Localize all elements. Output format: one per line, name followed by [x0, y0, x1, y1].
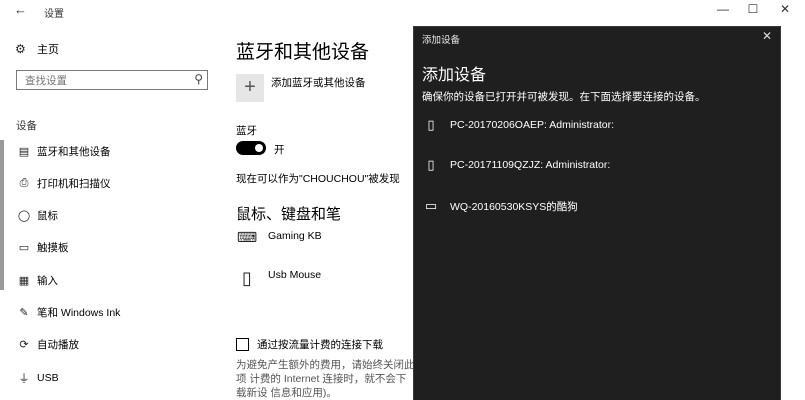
- pen-icon: ✎: [19, 307, 29, 319]
- sidebar-item-usb[interactable]: ⏚ USB: [16, 370, 59, 386]
- bluetooth-label: 蓝牙: [236, 125, 257, 137]
- sidebar-item-bluetooth[interactable]: ▤ 蓝牙和其他设备: [16, 144, 111, 159]
- discoverable-text: 现在可以作为"CHOUCHOU"被发现: [236, 173, 400, 185]
- sidebar-item-label: 输入: [37, 275, 58, 287]
- gear-icon: ⚙: [15, 42, 26, 56]
- device-name: Usb Mouse: [268, 269, 322, 281]
- sidebar-item-label: 笔和 Windows Ink: [37, 307, 121, 319]
- metered-note: 为避免产生额外的费用，请始终关闭此项 计费的 Internet 连接时，就不会下…: [236, 359, 415, 399]
- dialog-device-item[interactable]: ▭ WQ-20160530KSYS的酷狗: [422, 198, 578, 214]
- device-item-mouse[interactable]: ▯ Usb Mouse: [236, 268, 321, 289]
- sidebar-item-touchpad[interactable]: ▭ 触摸板: [16, 240, 69, 255]
- section-heading: 设备: [16, 120, 37, 132]
- section-title: 鼠标、键盘和笔: [236, 206, 342, 223]
- sidebar-item-label: USB: [37, 372, 59, 384]
- sidebar-item-label: 蓝牙和其他设备: [37, 146, 111, 158]
- back-arrow-icon[interactable]: ←: [14, 2, 27, 17]
- dialog-device-name: WQ-20160530KSYS的酷狗: [450, 200, 578, 213]
- dialog-device-name: PC-20171109QZJZ: Administrator:: [450, 159, 611, 171]
- add-device-dialog: 添加设备 ✕ 添加设备 确保你的设备已打开并可被发现。在下面选择要连接的设备。 …: [414, 27, 780, 400]
- toggle-state-label: 开: [274, 144, 285, 156]
- window-title: 设置: [44, 9, 64, 20]
- sidebar-item-label: 自动播放: [37, 339, 79, 351]
- search-box[interactable]: ⚲: [16, 70, 208, 90]
- metered-label: 通过按流量计费的连接下载: [257, 339, 383, 351]
- device-name: Gaming KB: [268, 230, 322, 242]
- device-item-keyboard[interactable]: ⌨ Gaming KB: [236, 229, 322, 246]
- usb-icon: ⏚: [18, 373, 30, 385]
- toggle-knob: [255, 144, 263, 152]
- sidebar-item-mouse[interactable]: ◯ 鼠标: [16, 208, 58, 223]
- dialog-title: 添加设备: [422, 35, 461, 46]
- dialog-heading: 添加设备: [422, 67, 487, 84]
- touchpad-icon: ▭: [18, 242, 30, 254]
- minimize-button[interactable]: —: [713, 2, 733, 16]
- close-button[interactable]: ✕: [775, 2, 795, 16]
- sidebar: ⚙ 主页 ⚲ 设备 ▤ 蓝牙和其他设备 ⎙ 打印机和扫描仪 ◯ 鼠标 ▭ 触摸板…: [0, 30, 225, 400]
- search-input[interactable]: [23, 72, 187, 90]
- sidebar-item-label: 触摸板: [37, 242, 69, 254]
- main-content: 蓝牙和其他设备 + 添加蓝牙或其他设备 蓝牙 开 现在可以作为"CHOUCHOU…: [236, 0, 416, 400]
- dialog-subtitle: 确保你的设备已打开并可被发现。在下面选择要连接的设备。: [422, 91, 706, 103]
- keyboard-icon: ▦: [18, 275, 30, 287]
- sidebar-item-printers[interactable]: ⎙ 打印机和扫描仪: [16, 176, 111, 191]
- dialog-device-item[interactable]: ▯ PC-20171109QZJZ: Administrator:: [422, 157, 610, 173]
- metered-checkbox[interactable]: 通过按流量计费的连接下载: [236, 337, 383, 352]
- sidebar-item-typing[interactable]: ▦ 输入: [16, 273, 58, 288]
- sidebar-item-pen[interactable]: ✎ 笔和 Windows Ink: [16, 305, 120, 320]
- nav-home-label: 主页: [37, 44, 59, 56]
- sidebar-item-label: 打印机和扫描仪: [37, 178, 111, 190]
- bluetooth-devices-icon: ▤: [18, 146, 30, 158]
- monitor-icon: ▭: [424, 198, 438, 213]
- plus-icon: +: [244, 76, 256, 98]
- printer-icon: ⎙: [19, 177, 29, 189]
- maximize-button[interactable]: ☐: [743, 2, 763, 16]
- checkbox-box[interactable]: [236, 338, 249, 351]
- dialog-device-item[interactable]: ▯ PC-20170206OAEP: Administrator:: [422, 117, 614, 133]
- close-icon[interactable]: ✕: [762, 29, 772, 43]
- dialog-device-name: PC-20170206OAEP: Administrator:: [450, 119, 615, 131]
- mouse-icon: ▯: [242, 268, 252, 288]
- search-icon[interactable]: ⚲: [194, 72, 203, 86]
- mouse-icon: ◯: [17, 210, 31, 222]
- sidebar-item-autoplay[interactable]: ⟳ 自动播放: [16, 337, 79, 352]
- page-title: 蓝牙和其他设备: [236, 42, 370, 63]
- keyboard-icon: ⌨: [236, 229, 258, 245]
- phone-icon: ▯: [427, 117, 435, 132]
- add-device-button[interactable]: +: [236, 74, 264, 102]
- phone-icon: ▯: [427, 157, 435, 172]
- add-device-label[interactable]: 添加蓝牙或其他设备: [271, 75, 366, 90]
- autoplay-icon: ⟳: [19, 339, 29, 351]
- nav-home[interactable]: ⚙ 主页: [15, 41, 59, 57]
- sidebar-item-label: 鼠标: [37, 210, 58, 222]
- bluetooth-toggle[interactable]: [236, 141, 266, 155]
